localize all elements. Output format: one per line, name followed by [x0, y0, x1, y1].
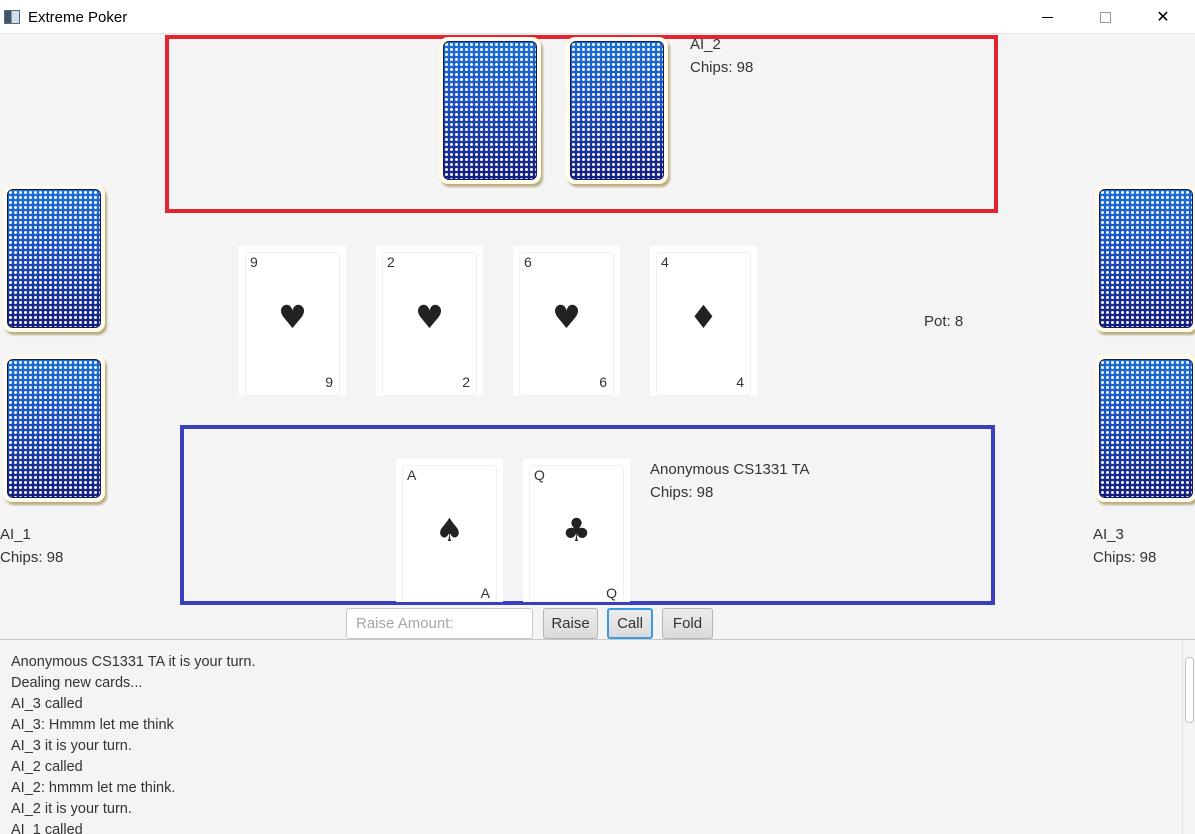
- card-rank: 6: [524, 254, 532, 270]
- minimize-button[interactable]: [1018, 0, 1076, 34]
- window-title: Extreme Poker: [28, 9, 128, 26]
- game-log[interactable]: Anonymous CS1331 TA it is your turn. Dea…: [0, 639, 1195, 834]
- ai3-chips: Chips: 98: [1093, 549, 1157, 566]
- ai1-name: AI_1: [0, 526, 31, 543]
- user-name: Anonymous CS1331 TA: [650, 461, 810, 478]
- fold-button[interactable]: Fold: [662, 608, 713, 639]
- community-card: 6 ♥ 6: [513, 246, 620, 396]
- community-card: 4 ♦ 4: [650, 246, 757, 396]
- close-icon: ✕: [1156, 9, 1170, 26]
- heart-icon: ♥: [415, 298, 444, 336]
- club-icon: ♣: [562, 511, 591, 549]
- user-card: A ♠ A: [396, 459, 503, 602]
- card-rank: 9: [325, 374, 333, 390]
- ai3-name: AI_3: [1093, 526, 1124, 543]
- close-button[interactable]: ✕: [1134, 0, 1192, 34]
- card-rank: 6: [599, 374, 607, 390]
- ai2-card-back: [566, 37, 668, 184]
- card-back-pattern: [1099, 189, 1193, 328]
- log-lines: Anonymous CS1331 TA it is your turn. Dea…: [11, 652, 255, 834]
- heart-icon: ♥: [552, 298, 581, 336]
- card-rank: A: [407, 467, 417, 483]
- heart-icon: ♥: [278, 298, 307, 336]
- pot-label: Pot: 8: [924, 313, 964, 330]
- log-line: Dealing new cards...: [11, 675, 143, 691]
- card-rank: A: [480, 585, 490, 601]
- log-line: AI_3 it is your turn.: [11, 738, 132, 754]
- call-button[interactable]: Call: [607, 608, 653, 639]
- community-card: 9 ♥ 9: [239, 246, 346, 396]
- log-line: AI_2 it is your turn.: [11, 801, 132, 817]
- ai2-name: AI_2: [690, 36, 721, 53]
- card-rank: 4: [736, 374, 744, 390]
- card-rank: 2: [387, 254, 395, 270]
- ai1-chips: Chips: 98: [0, 549, 64, 566]
- community-card: 2 ♥ 2: [376, 246, 483, 396]
- card-back-pattern: [570, 41, 664, 180]
- ai1-card-back: [3, 355, 105, 502]
- card-rank: 9: [250, 254, 258, 270]
- log-line: AI_2: hmmm let me think.: [11, 780, 176, 796]
- title-bar: Extreme Poker ✕: [0, 0, 1195, 34]
- log-scrollbar[interactable]: [1182, 640, 1195, 834]
- log-line: AI_3 called: [11, 696, 83, 712]
- ai3-card-back: [1095, 355, 1195, 502]
- user-card: Q ♣ Q: [523, 459, 630, 602]
- card-rank: 2: [462, 374, 470, 390]
- card-back-pattern: [7, 189, 101, 328]
- ai3-card-back: [1095, 185, 1195, 332]
- card-rank: Q: [606, 585, 617, 601]
- card-rank: 4: [661, 254, 669, 270]
- scroll-thumb[interactable]: [1185, 657, 1194, 723]
- raise-amount-input[interactable]: [346, 608, 533, 639]
- card-back-pattern: [7, 359, 101, 498]
- card-back-pattern: [443, 41, 537, 180]
- raise-button[interactable]: Raise: [543, 608, 598, 639]
- card-back-pattern: [1099, 359, 1193, 498]
- maximize-button[interactable]: [1076, 0, 1134, 34]
- log-line: AI_3: Hmmm let me think: [11, 717, 174, 733]
- ai1-card-back: [3, 185, 105, 332]
- ai2-card-back: [439, 37, 541, 184]
- log-line: Anonymous CS1331 TA it is your turn.: [11, 654, 256, 670]
- card-rank: Q: [534, 467, 545, 483]
- maximize-icon: [1099, 11, 1111, 23]
- user-chips: Chips: 98: [650, 484, 714, 501]
- ai2-chips: Chips: 98: [690, 59, 754, 76]
- diamond-icon: ♦: [689, 298, 718, 336]
- app-icon: [4, 10, 20, 24]
- spade-icon: ♠: [435, 511, 464, 549]
- minimize-icon: [1041, 16, 1053, 18]
- log-line: AI_2 called: [11, 759, 83, 775]
- log-line: AI_1 called: [11, 822, 83, 834]
